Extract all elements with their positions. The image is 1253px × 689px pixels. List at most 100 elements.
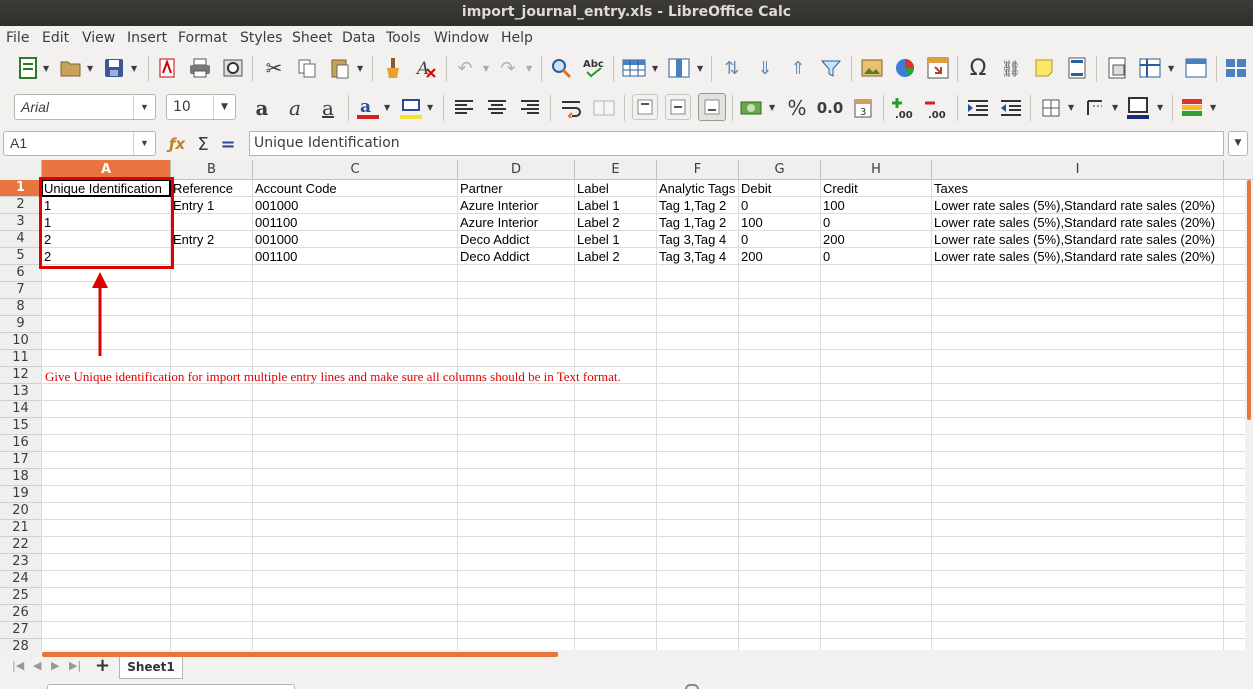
row-header[interactable]: 2 <box>0 197 42 214</box>
table-cell[interactable]: Entry 2 <box>171 231 214 248</box>
row-header[interactable]: 17 <box>0 452 42 469</box>
align-right-icon[interactable] <box>517 95 543 121</box>
open-folder-icon[interactable] <box>59 55 83 81</box>
menu-view[interactable]: View <box>82 28 115 48</box>
clear-formatting-icon[interactable]: A <box>414 55 438 81</box>
column-header-g[interactable]: G <box>739 160 821 180</box>
paste-dropdown-icon[interactable]: ▼ <box>357 64 363 73</box>
add-sheet-icon[interactable]: + <box>95 655 110 676</box>
previous-sheet-icon[interactable]: ◀ <box>33 659 41 672</box>
menu-file[interactable]: File <box>6 28 29 48</box>
center-vertically-icon[interactable] <box>665 94 691 120</box>
row-header[interactable]: 16 <box>0 435 42 452</box>
row-header[interactable]: 14 <box>0 401 42 418</box>
row-header[interactable]: 13 <box>0 384 42 401</box>
highlight-dropdown-icon[interactable]: ▼ <box>427 103 433 112</box>
table-cell[interactable]: Lower rate sales (5%),Standard rate sale… <box>932 197 1215 214</box>
row-header[interactable]: 9 <box>0 316 42 333</box>
row-header[interactable]: 19 <box>0 486 42 503</box>
table-cell[interactable]: 001000 <box>253 231 298 248</box>
formula-icon[interactable]: = <box>218 131 238 157</box>
menu-styles[interactable]: Styles <box>240 28 282 48</box>
insert-chart-icon[interactable] <box>892 55 918 81</box>
last-sheet-icon[interactable]: ▶| <box>69 659 81 672</box>
column-label-cell[interactable]: Reference <box>171 180 233 197</box>
align-top-icon[interactable] <box>632 94 658 120</box>
table-cell[interactable]: 200 <box>821 231 845 248</box>
name-box[interactable]: A1 ▼ <box>3 131 156 156</box>
decrease-indent-icon[interactable] <box>998 95 1024 121</box>
chevron-down-icon[interactable]: ▼ <box>133 95 155 119</box>
column-label-cell[interactable]: Account Code <box>253 180 337 197</box>
column-header-d[interactable]: D <box>458 160 575 180</box>
delete-decimal-place-icon[interactable]: .00 <box>923 95 949 121</box>
print-icon[interactable] <box>188 55 212 81</box>
menu-insert[interactable]: Insert <box>127 28 167 48</box>
currency-dropdown-icon[interactable]: ▼ <box>769 103 775 112</box>
column-label-cell[interactable]: Label <box>575 180 609 197</box>
font-color-icon[interactable]: a <box>355 95 381 121</box>
column-label-cell[interactable]: Taxes <box>932 180 968 197</box>
menu-edit[interactable]: Edit <box>42 28 69 48</box>
vertical-scrollbar[interactable] <box>1245 180 1253 650</box>
add-decimal-place-icon[interactable]: .00 <box>890 95 916 121</box>
table-cell[interactable]: Tag 1,Tag 2 <box>657 214 726 231</box>
table-cell[interactable]: Label 2 <box>575 214 620 231</box>
row-header[interactable]: 28 <box>0 639 42 650</box>
spreadsheet-grid[interactable]: A B C D E F G H I 1 2 3 4 5 6 7 8 9 10 11 12 13 14 15 1… <box>0 160 1253 650</box>
number-format-icon[interactable]: 0.0 <box>815 95 845 121</box>
table-cell[interactable]: Lower rate sales (5%),Standard rate sale… <box>932 214 1215 231</box>
conditional-formatting-icon[interactable] <box>1179 95 1205 121</box>
row-header[interactable]: 7 <box>0 282 42 299</box>
chevron-down-icon[interactable]: ▼ <box>133 132 155 155</box>
table-cell[interactable]: Azure Interior <box>458 214 538 231</box>
row-header[interactable]: 18 <box>0 469 42 486</box>
row-dropdown-icon[interactable]: ▼ <box>652 64 658 73</box>
save-dropdown-icon[interactable]: ▼ <box>131 64 137 73</box>
hyperlink-icon[interactable]: ⛓ <box>998 55 1024 81</box>
border-color-icon[interactable] <box>1125 95 1151 121</box>
table-cell[interactable]: 200 <box>739 248 763 265</box>
align-center-icon[interactable] <box>484 95 510 121</box>
underline-icon[interactable]: a <box>316 95 340 121</box>
show-draw-functions-icon[interactable] <box>1223 55 1249 81</box>
menu-data[interactable]: Data <box>342 28 375 48</box>
freeze-rows-columns-icon[interactable] <box>1137 55 1163 81</box>
save-icon[interactable] <box>102 55 126 81</box>
borders-dropdown-icon[interactable]: ▼ <box>1068 103 1074 112</box>
borders-icon[interactable] <box>1038 95 1064 121</box>
table-cell[interactable]: Lower rate sales (5%),Standard rate sale… <box>932 248 1215 265</box>
currency-format-icon[interactable] <box>739 95 765 121</box>
first-sheet-icon[interactable]: |◀ <box>12 659 24 672</box>
menu-sheet[interactable]: Sheet <box>292 28 332 48</box>
next-sheet-icon[interactable]: ▶ <box>51 659 59 672</box>
autofilter-icon[interactable] <box>818 55 844 81</box>
column-header-f[interactable]: F <box>657 160 739 180</box>
expand-formula-bar-icon[interactable]: ▼ <box>1228 131 1248 156</box>
highlighting-color-icon[interactable] <box>398 95 424 121</box>
menu-tools[interactable]: Tools <box>386 28 421 48</box>
row-header[interactable]: 12 <box>0 367 42 384</box>
sort-ascending-icon[interactable]: ⇑ <box>785 55 811 81</box>
row-header[interactable]: 23 <box>0 554 42 571</box>
table-cell[interactable]: Tag 3,Tag 4 <box>657 231 726 248</box>
table-cell[interactable]: Tag 3,Tag 4 <box>657 248 726 265</box>
redo-dropdown-icon[interactable]: ▼ <box>526 64 532 73</box>
border-color-dropdown-icon[interactable]: ▼ <box>1157 103 1163 112</box>
row-header[interactable]: 24 <box>0 571 42 588</box>
column-dropdown-icon[interactable]: ▼ <box>697 64 703 73</box>
table-cell[interactable]: Label 2 <box>575 248 620 265</box>
column-label-cell[interactable]: Credit <box>821 180 858 197</box>
merge-cells-icon[interactable] <box>591 95 617 121</box>
table-cell[interactable]: 001000 <box>253 197 298 214</box>
table-cell[interactable]: Azure Interior <box>458 197 538 214</box>
row-header[interactable]: 6 <box>0 265 42 282</box>
row-header[interactable]: 10 <box>0 333 42 350</box>
row-header[interactable]: 26 <box>0 605 42 622</box>
conditional-dropdown-icon[interactable]: ▼ <box>1210 103 1216 112</box>
redo-icon[interactable]: ↷ <box>496 55 520 81</box>
table-cell[interactable]: Deco Addict <box>458 248 529 265</box>
bold-icon[interactable]: a <box>250 95 274 121</box>
column-header-h[interactable]: H <box>821 160 932 180</box>
row-icon[interactable] <box>621 55 647 81</box>
